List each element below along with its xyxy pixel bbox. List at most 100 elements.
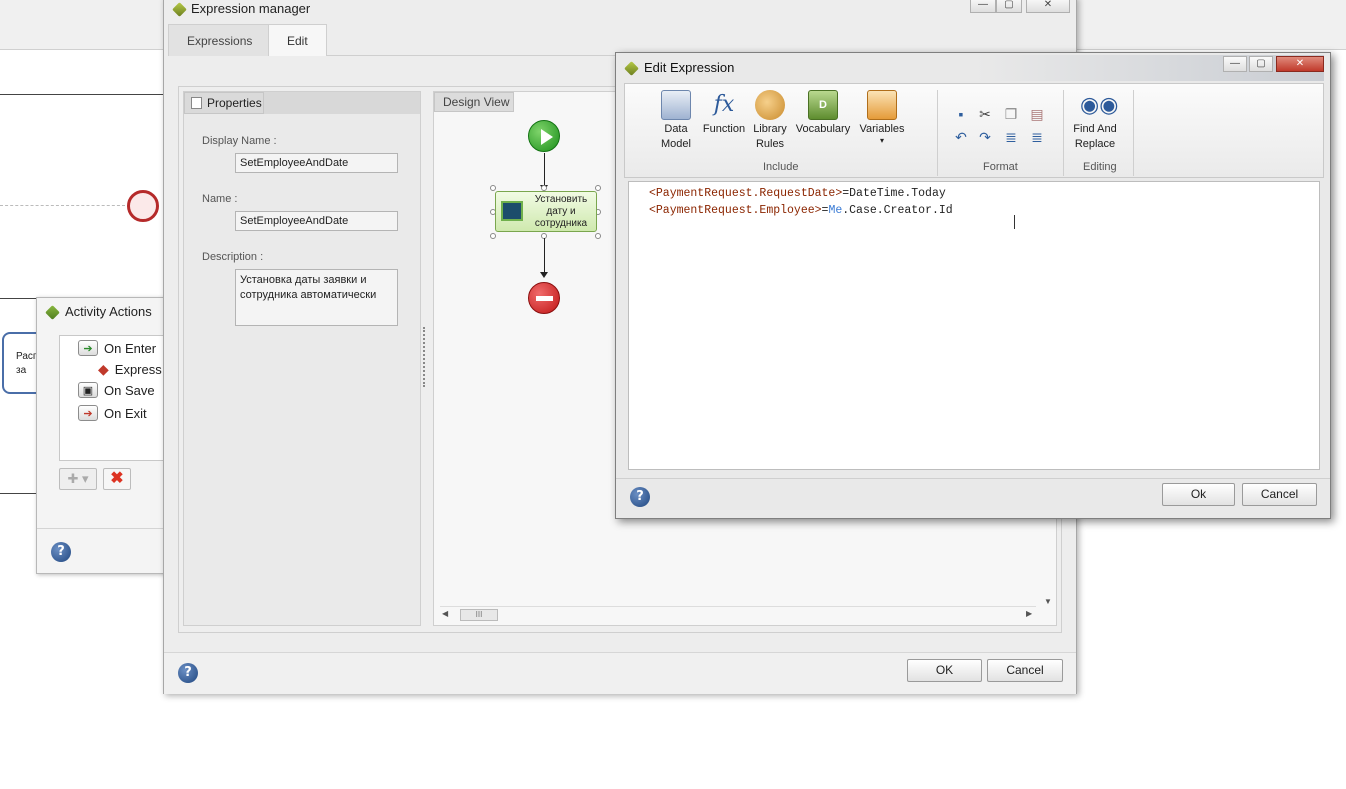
library-rules-icon [755,90,785,120]
scroll-down-icon[interactable]: ▼ [1044,597,1052,606]
cancel-button[interactable]: Cancel [1242,483,1317,506]
ribbon-separator [1063,90,1064,176]
binoculars-icon: ◉◉ [1080,92,1119,117]
design-view-header: Design View [434,92,514,112]
horizontal-scrollbar[interactable]: ◀ III ▶ [440,606,1036,622]
selection-handle[interactable] [490,233,496,239]
end-node[interactable] [528,282,560,314]
paste-icon[interactable]: ▤ [1029,106,1045,122]
add-action-button[interactable]: ✚ ▾ [59,468,97,490]
ok-button[interactable]: OK [907,659,982,682]
flow-arrow [540,153,548,191]
minimize-button[interactable]: — [1223,56,1247,72]
ribbon-separator [937,90,938,176]
activity-actions-window: Activity Actions ➔ On Enter ◆ Express ▣ … [36,297,179,574]
cut-icon[interactable]: ✂ [977,106,993,122]
help-button[interactable]: ? [178,663,198,683]
tree-item-on-exit[interactable]: ➔ On Exit [78,405,147,421]
variables-button[interactable]: Variables ▾ [857,90,907,145]
data-model-button[interactable]: Data Model [655,90,697,152]
tree-item-on-save[interactable]: ▣ On Save [78,382,155,398]
close-button[interactable]: ✕ [1026,0,1070,13]
button-label: Data [664,123,688,135]
expression-editor[interactable]: <PaymentRequest.RequestDate>=DateTime.To… [628,181,1320,470]
code-token: DateTime.Today [849,187,946,200]
tree-item-expression[interactable]: ◆ Express [98,361,162,378]
end-event-node[interactable] [127,190,159,222]
action-node[interactable]: Установить дату и сотрудника [495,191,597,232]
code-line: <PaymentRequest.Employee>=Me.Case.Creato… [649,202,1319,219]
button-label: Rules [755,138,785,150]
button-label: Function [702,123,746,135]
scroll-right-icon[interactable]: ▶ [1026,609,1032,618]
properties-icon [191,97,202,109]
close-button[interactable]: ✕ [1276,56,1324,72]
help-button[interactable]: ? [51,542,71,562]
button-label: Model [661,138,691,150]
data-model-icon [661,90,691,120]
vocabulary-icon: D [808,90,838,120]
code-token: .Case.Creator.Id [842,204,953,217]
selection-handle[interactable] [595,233,601,239]
tab-edit[interactable]: Edit [268,24,327,56]
button-label: Find And [1073,123,1117,135]
description-field[interactable]: Установка даты заявки и сотрудника автом… [235,269,398,326]
flow-arrow [540,238,548,278]
display-name-field[interactable]: SetEmployeeAndDate [235,153,398,173]
ok-button[interactable]: Ok [1162,483,1235,506]
copy-icon[interactable]: ❐ [1003,106,1019,122]
scrollbar-thumb[interactable]: III [460,609,498,621]
function-button[interactable]: fx Function [701,90,747,137]
variables-icon [867,90,897,120]
tab-expressions[interactable]: Expressions [168,24,272,56]
code-line: <PaymentRequest.RequestDate>=DateTime.To… [649,185,1319,202]
window-footer: ? [37,528,177,574]
find-and-replace-button[interactable]: ◉◉ Find And Replace [1069,90,1121,152]
button-label: Replace [1074,138,1116,150]
code-token: <PaymentRequest.Employee> [649,204,822,217]
cancel-button[interactable]: Cancel [987,659,1063,682]
code-token: Me [828,204,843,217]
tree-item-label: On Enter [104,340,157,356]
window-title: Expression manager [191,1,311,16]
code-token: <PaymentRequest.RequestDate> [649,187,843,200]
start-node[interactable] [528,120,560,152]
properties-panel: Properties Display Name : SetEmployeeAnd… [183,91,421,626]
minimize-button[interactable]: — [970,0,996,13]
edit-expression-dialog: Edit Expression — ▢ ✕ Data Model fx Func… [615,52,1331,519]
panel-splitter[interactable] [423,327,429,387]
maximize-button[interactable]: ▢ [1249,56,1273,72]
chevron-down-icon[interactable]: ▾ [857,137,907,145]
help-button[interactable]: ? [630,487,650,507]
function-icon: fx [713,92,735,117]
ribbon-group-label: Format [983,161,1018,173]
swimlane-divider [0,94,165,95]
enter-icon: ➔ [78,340,98,356]
app-logo-icon [45,305,60,320]
save-icon[interactable]: ▪ [953,106,969,122]
undo-icon[interactable]: ↶ [953,129,969,145]
panel-header-bar [264,92,420,114]
selection-handle[interactable] [595,185,601,191]
indent-icon[interactable]: ≣ [1003,129,1019,145]
tree-item-on-enter[interactable]: ➔ On Enter [78,340,156,356]
app-logo-icon [172,2,187,17]
maximize-button[interactable]: ▢ [996,0,1022,13]
description-label: Description : [202,251,264,263]
actions-tree[interactable]: ➔ On Enter ◆ Express ▣ On Save ➔ On Exit [59,335,179,461]
swimlane-divider [0,493,40,494]
redo-icon[interactable]: ↷ [977,129,993,145]
tree-item-label: Express [114,362,162,377]
name-field[interactable]: SetEmployeeAndDate [235,211,398,231]
vocabulary-button[interactable]: D Vocabulary [793,90,853,137]
swimlane-divider [0,298,40,299]
name-label: Name : [202,193,238,205]
flow-connector [0,205,125,206]
scroll-left-icon[interactable]: ◀ [442,609,448,618]
delete-action-button[interactable]: ✖ [103,468,131,490]
ribbon-separator [1133,90,1134,176]
outdent-icon[interactable]: ≣ [1029,129,1045,145]
selection-handle[interactable] [490,185,496,191]
library-rules-button[interactable]: Library Rules [749,90,791,152]
expression-icon: ◆ [98,361,109,377]
